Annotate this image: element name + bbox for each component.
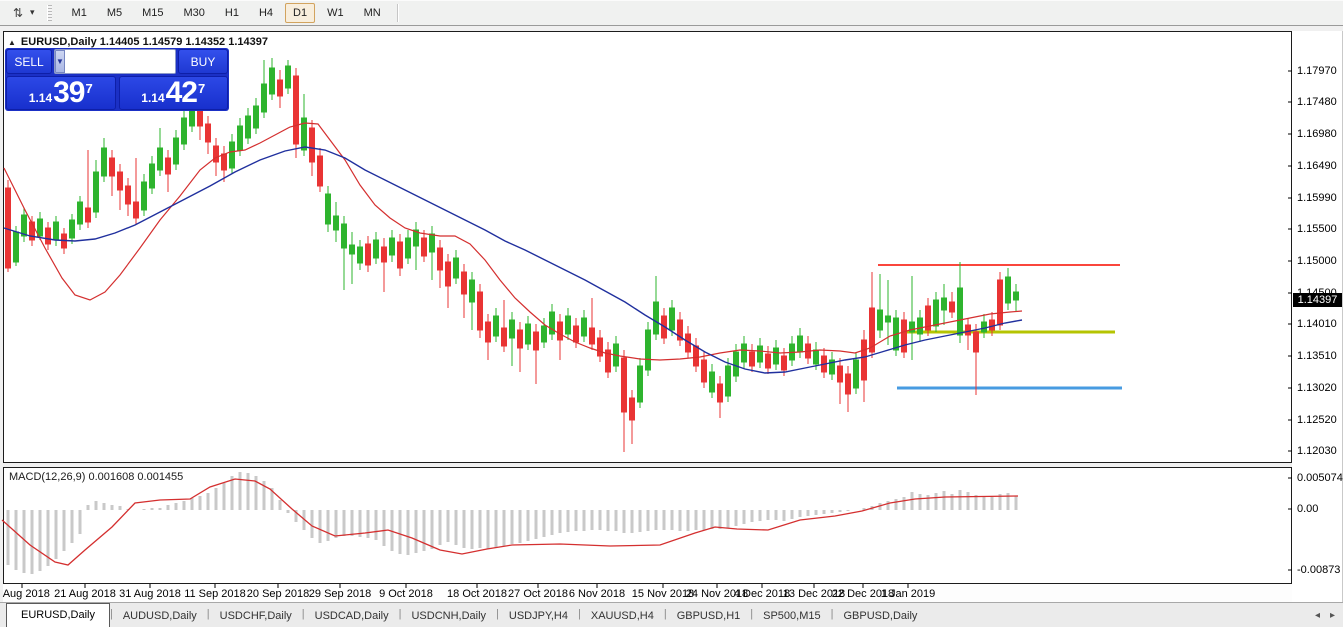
price-axis-label: 1.14010: [1297, 318, 1337, 330]
buy-button[interactable]: BUY: [178, 49, 228, 74]
timeframe-button-m30[interactable]: M30: [176, 3, 213, 23]
timeframe-button-m15[interactable]: M15: [134, 3, 171, 23]
timeframe-button-m1[interactable]: M1: [64, 3, 95, 23]
chart-tab-usdcnh-daily[interactable]: USDCNH,Daily: [401, 606, 496, 627]
macd-axis-label: 0.005074: [1297, 472, 1343, 484]
chart-tab-gbpusd-h1[interactable]: GBPUSD,H1: [667, 606, 751, 627]
timeframe-button-w1[interactable]: W1: [319, 3, 352, 23]
tab-scroll-right-icon[interactable]: ▸: [1330, 610, 1335, 621]
sell-price-box[interactable]: 1.14397: [6, 76, 116, 110]
volume-input[interactable]: [65, 50, 176, 73]
chart-shift-icon[interactable]: ⇅: [8, 4, 28, 22]
chart-tab-usdchf-daily[interactable]: USDCHF,Daily: [210, 606, 302, 627]
collapse-panel-icon[interactable]: ▲: [8, 38, 16, 47]
macd-axis-label: -0.00873: [1297, 564, 1340, 576]
toolbar-grip-handle[interactable]: [47, 5, 52, 21]
sell-price-point: 7: [86, 81, 93, 96]
chart-tab-usdjpy-h4[interactable]: USDJPY,H4: [499, 606, 578, 627]
chart-tab-audusd-daily[interactable]: AUDUSD,Daily: [113, 606, 207, 627]
time-axis-label: 1 Jan 2019: [866, 588, 950, 600]
volume-decrease-button[interactable]: ▼: [55, 50, 65, 73]
chart-tab-eurusd-daily[interactable]: EURUSD,Daily: [6, 603, 110, 627]
price-axis-label: 1.12030: [1297, 445, 1337, 457]
timeframe-toolbar: ⇅ ▾ M1M5M15M30H1H4D1W1MN: [0, 0, 1343, 26]
price-axis-label: 1.13510: [1297, 350, 1337, 362]
tab-scroll-arrows: ◂ ▸: [1315, 610, 1335, 621]
sell-price-prefix: 1.14: [29, 91, 52, 105]
price-axis-label: 1.15990: [1297, 192, 1337, 204]
price-axis-column: [1292, 31, 1343, 602]
price-axis-label: 1.12520: [1297, 414, 1337, 426]
macd-indicator-pane[interactable]: [3, 467, 1292, 584]
chart-tab-sp500-m15[interactable]: SP500,M15: [753, 606, 830, 627]
price-axis-label: 1.15500: [1297, 223, 1337, 235]
chart-title: ▲ EURUSD,Daily 1.14405 1.14579 1.14352 1…: [8, 36, 268, 48]
timeframe-button-m5[interactable]: M5: [99, 3, 130, 23]
chart-tab-gbpusd-daily[interactable]: GBPUSD,Daily: [833, 606, 927, 627]
price-axis-label: 1.17970: [1297, 65, 1337, 77]
tab-scroll-left-icon[interactable]: ◂: [1315, 610, 1320, 621]
chart-title-text: EURUSD,Daily 1.14405 1.14579 1.14352 1.1…: [21, 36, 268, 48]
chart-tab-bar: EURUSD,Daily|AUDUSD,Daily|USDCHF,Daily|U…: [0, 602, 1343, 627]
buy-price-pips: 42: [166, 78, 197, 108]
price-axis-label: 1.13020: [1297, 382, 1337, 394]
macd-axis-label: 0.00: [1297, 503, 1318, 515]
timeframe-button-h4[interactable]: H4: [251, 3, 281, 23]
current-price-badge: 1.14397: [1293, 293, 1342, 307]
one-click-trading-panel: SELL ▼ ▲ BUY 1.14397 1.14427: [5, 48, 229, 111]
timeframe-button-d1[interactable]: D1: [285, 3, 315, 23]
price-axis-label: 1.16490: [1297, 160, 1337, 172]
buy-price-box[interactable]: 1.14427: [119, 76, 229, 110]
mt4-window: ⇅ ▾ M1M5M15M30H1H4D1W1MN ▲ EURUSD,Daily …: [0, 0, 1343, 627]
sell-button[interactable]: SELL: [6, 49, 52, 74]
price-axis-label: 1.16980: [1297, 128, 1337, 140]
buy-price-point: 7: [198, 81, 205, 96]
timeframe-buttons: M1M5M15M30H1H4D1W1MN: [62, 3, 391, 23]
sell-price-pips: 39: [53, 78, 84, 108]
volume-stepper: ▼ ▲: [54, 49, 176, 74]
buy-price-prefix: 1.14: [141, 91, 164, 105]
price-axis-label: 1.15000: [1297, 255, 1337, 267]
toolbar-separator: [397, 4, 398, 22]
macd-label: MACD(12,26,9) 0.001608 0.001455: [9, 471, 183, 483]
timeframe-button-h1[interactable]: H1: [217, 3, 247, 23]
price-axis-label: 1.17480: [1297, 96, 1337, 108]
chart-tab-xauusd-h4[interactable]: XAUUSD,H4: [581, 606, 664, 627]
chart-tab-usdcad-daily[interactable]: USDCAD,Daily: [305, 606, 399, 627]
chevron-down-icon[interactable]: ▾: [30, 7, 35, 18]
timeframe-button-mn[interactable]: MN: [356, 3, 389, 23]
